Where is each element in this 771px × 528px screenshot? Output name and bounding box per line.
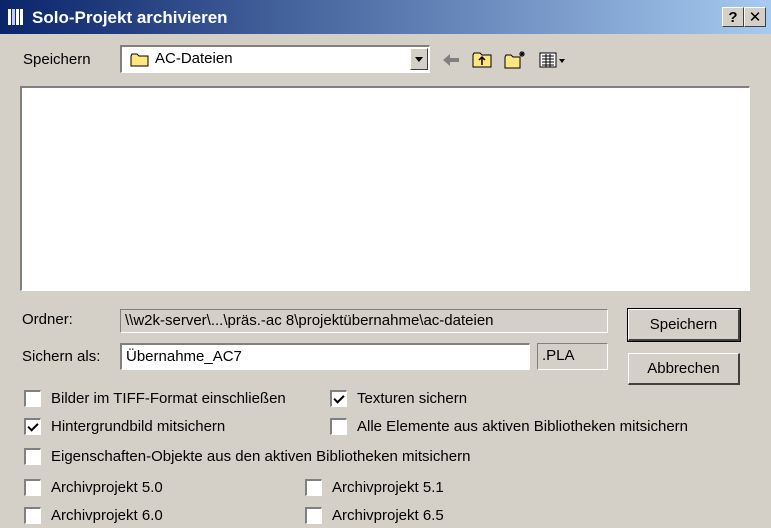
checkbox[interactable] — [330, 418, 347, 435]
checkbox[interactable] — [305, 507, 322, 524]
new-folder-icon[interactable] — [503, 49, 527, 71]
checkbox[interactable] — [24, 507, 41, 524]
back-arrow-icon[interactable] — [440, 49, 462, 71]
chevron-down-icon[interactable] — [410, 48, 428, 70]
option-archive-5-1[interactable]: Archivprojekt 5.1 — [305, 479, 444, 496]
checkbox[interactable] — [330, 390, 347, 407]
option-archive-5-0[interactable]: Archivprojekt 5.0 — [24, 479, 163, 496]
checkbox[interactable] — [305, 479, 322, 496]
option-label: Texturen sichern — [357, 390, 468, 407]
folder-path-field: \\w2k-server\...\präs.-ac 8\projektübern… — [120, 309, 608, 333]
checkbox[interactable] — [24, 390, 41, 407]
close-button[interactable]: ✕ — [744, 7, 766, 27]
folder-label: Ordner: — [22, 311, 73, 328]
option-label: Alle Elemente aus aktiven Bibliotheken m… — [357, 418, 689, 435]
option-label: Bilder im TIFF-Format einschließen — [51, 390, 286, 407]
checkbox[interactable] — [24, 418, 41, 435]
option-label: Eigenschaften-Objekte aus den aktiven Bi… — [51, 448, 471, 465]
option-all-library-elements[interactable]: Alle Elemente aus aktiven Bibliotheken m… — [330, 418, 688, 435]
save-as-label: Sichern als: — [22, 348, 101, 365]
save-button[interactable]: Speichern — [627, 308, 741, 342]
file-extension: .PLA — [537, 343, 608, 370]
save-in-value: AC-Dateien — [155, 50, 233, 67]
option-tiff-images[interactable]: Bilder im TIFF-Format einschließen — [24, 390, 286, 407]
checkbox[interactable] — [24, 448, 41, 465]
view-menu-icon[interactable] — [538, 49, 566, 71]
option-property-objects[interactable]: Eigenschaften-Objekte aus den aktiven Bi… — [24, 448, 470, 465]
save-in-combo[interactable]: AC-Dateien — [120, 45, 430, 73]
folder-icon — [130, 53, 149, 67]
filename-input[interactable]: Übernahme_AC7 — [120, 343, 530, 370]
option-label: Archivprojekt 5.1 — [332, 479, 444, 496]
option-label: Hintergrundbild mitsichern — [51, 418, 226, 435]
checkbox[interactable] — [24, 479, 41, 496]
file-list[interactable] — [20, 86, 750, 291]
option-save-textures[interactable]: Texturen sichern — [330, 390, 467, 407]
option-label: Archivprojekt 6.5 — [332, 507, 444, 524]
save-archive-dialog: Solo-Projekt archivieren ? ✕ Speichern A… — [0, 0, 771, 528]
save-in-label: Speichern — [23, 51, 91, 68]
up-folder-icon[interactable] — [471, 49, 493, 71]
cancel-button[interactable]: Abbrechen — [628, 353, 740, 385]
help-button[interactable]: ? — [722, 7, 744, 27]
option-archive-6-5[interactable]: Archivprojekt 6.5 — [305, 507, 444, 524]
option-label: Archivprojekt 6.0 — [51, 507, 163, 524]
option-archive-6-0[interactable]: Archivprojekt 6.0 — [24, 507, 163, 524]
title-bar: Solo-Projekt archivieren ? ✕ — [0, 0, 771, 34]
option-background-image[interactable]: Hintergrundbild mitsichern — [24, 418, 225, 435]
window-title: Solo-Projekt archivieren — [32, 8, 228, 27]
library-icon — [8, 9, 26, 25]
option-label: Archivprojekt 5.0 — [51, 479, 163, 496]
